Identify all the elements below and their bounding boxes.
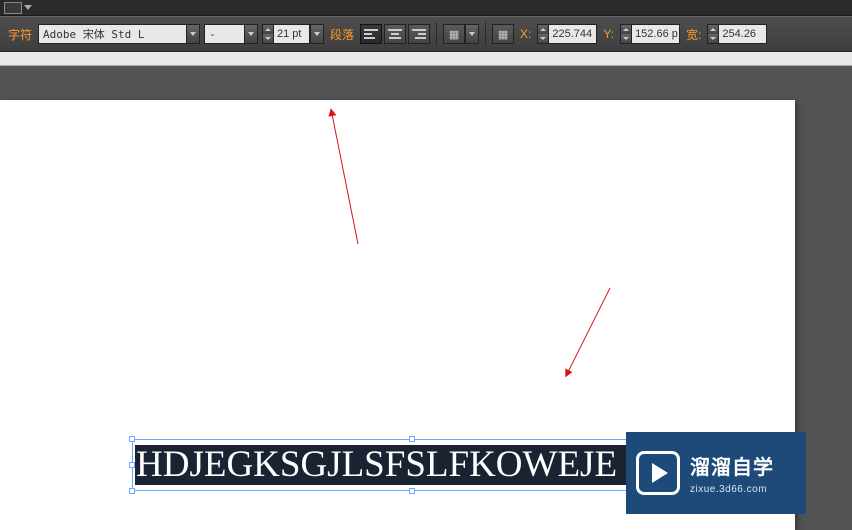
align-left-button[interactable] (360, 24, 382, 44)
control-toolbar: 字符 Adobe 宋体 Std L - 21 pt 段落 ▦ ▦ X: 225.… (0, 16, 852, 52)
width-spinner[interactable]: 254.26 (707, 24, 767, 44)
x-stepper[interactable] (537, 24, 549, 44)
resize-handle[interactable] (409, 436, 415, 442)
font-family-combo[interactable]: Adobe 宋体 Std L (38, 24, 200, 44)
options-icon[interactable]: ▦ (443, 24, 465, 44)
font-style-dropdown[interactable] (244, 24, 258, 44)
font-style-combo[interactable]: - (204, 24, 258, 44)
layout-icon[interactable] (4, 2, 22, 14)
x-value[interactable]: 225.744 (549, 24, 597, 44)
x-spinner[interactable]: 225.744 (537, 24, 597, 44)
character-label: 字符 (6, 26, 34, 43)
reference-point-button[interactable]: ▦ (492, 24, 514, 44)
chevron-down-icon (314, 32, 320, 36)
font-size-dropdown[interactable] (310, 24, 324, 44)
font-size-stepper[interactable] (262, 24, 274, 44)
font-family-value[interactable]: Adobe 宋体 Std L (38, 24, 186, 44)
play-icon (636, 451, 680, 495)
font-family-dropdown[interactable] (186, 24, 200, 44)
resize-handle[interactable] (129, 462, 135, 468)
font-size-spinner[interactable]: 21 pt (262, 24, 324, 44)
paragraph-label: 段落 (328, 26, 356, 43)
width-label: 宽: (684, 26, 703, 43)
width-stepper[interactable] (707, 24, 719, 44)
y-spinner[interactable]: 152.66 p (620, 24, 680, 44)
font-style-value[interactable]: - (204, 24, 244, 44)
y-value[interactable]: 152.66 p (632, 24, 680, 44)
step-up[interactable] (538, 25, 548, 34)
text-frame[interactable]: HDJEGKSGJLSFSLFKOWEJE (132, 439, 692, 491)
chevron-down-icon (248, 32, 254, 36)
watermark-title: 溜溜自学 (690, 451, 774, 480)
align-right-button[interactable] (408, 24, 430, 44)
resize-handle[interactable] (409, 488, 415, 494)
width-value[interactable]: 254.26 (719, 24, 767, 44)
chevron-down-icon[interactable] (24, 5, 32, 10)
step-up[interactable] (621, 25, 631, 34)
step-down[interactable] (263, 34, 273, 43)
align-group (360, 24, 430, 44)
watermark-url: zixue.3d66.com (690, 484, 774, 495)
x-label: X: (518, 27, 533, 41)
chevron-down-icon (469, 32, 475, 36)
separator (436, 22, 437, 46)
step-up[interactable] (708, 25, 718, 34)
y-stepper[interactable] (620, 24, 632, 44)
y-label: Y: (601, 27, 616, 41)
resize-handle[interactable] (129, 488, 135, 494)
separator (485, 22, 486, 46)
font-size-value[interactable]: 21 pt (274, 24, 310, 44)
step-up[interactable] (263, 25, 273, 34)
chevron-down-icon (190, 32, 196, 36)
step-down[interactable] (708, 34, 718, 43)
app-tabs-strip (0, 0, 852, 16)
resize-handle[interactable] (129, 436, 135, 442)
document-tab-bar (0, 52, 852, 66)
watermark: 溜溜自学 zixue.3d66.com (626, 432, 806, 514)
options-combo[interactable]: ▦ (443, 24, 479, 44)
options-dropdown[interactable] (465, 24, 479, 44)
align-center-button[interactable] (384, 24, 406, 44)
step-down[interactable] (538, 34, 548, 43)
watermark-text: 溜溜自学 zixue.3d66.com (690, 451, 774, 495)
text-content[interactable]: HDJEGKSGJLSFSLFKOWEJE (135, 445, 689, 485)
step-down[interactable] (621, 34, 631, 43)
